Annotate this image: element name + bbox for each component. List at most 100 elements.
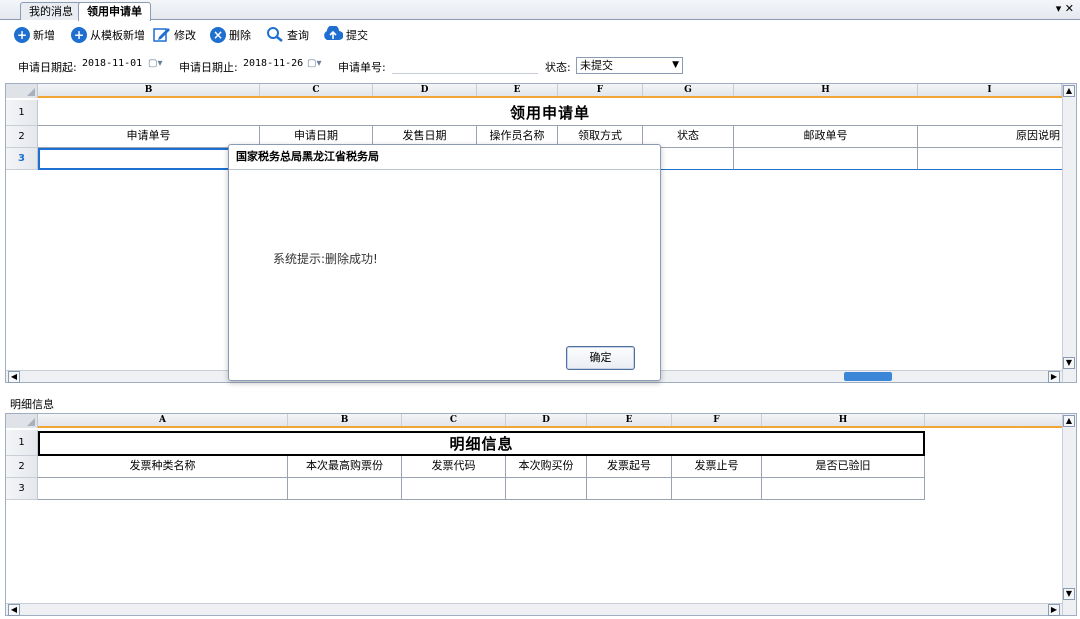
col-header[interactable]: E — [477, 84, 558, 96]
grid-cell[interactable] — [288, 478, 402, 500]
row-header[interactable]: 3 — [6, 148, 38, 170]
toolbar: + 新增 + 从模板新增 修改 × 删除 查询 提交 — [0, 22, 1080, 48]
ok-button[interactable]: 确定 — [566, 346, 635, 370]
col-header[interactable]: F — [672, 414, 762, 426]
pencil-icon — [153, 26, 171, 45]
col-header[interactable]: F — [558, 84, 643, 96]
detail-grid: A B C D E F H 1 2 3 明细信息 发票种类名称 本次最高购票份 … — [5, 413, 1077, 616]
column-label: 发票代码 — [402, 456, 506, 478]
column-header-row: B C D E F G H I — [6, 84, 1062, 98]
col-header[interactable]: D — [373, 84, 477, 96]
calendar-dropdown-icon[interactable]: ▢▾ — [307, 58, 321, 69]
upload-icon — [323, 24, 344, 45]
detail-section-label: 明细信息 — [10, 398, 54, 411]
column-label: 发票止号 — [672, 456, 762, 478]
search-icon — [266, 26, 284, 45]
grid-cell[interactable] — [762, 478, 925, 500]
col-header[interactable]: I — [918, 84, 1062, 96]
edit-button[interactable]: 修改 — [153, 25, 196, 45]
filter-bar: 申请日期起: 2018-11-01 ▢▾ 申请日期止: 2018-11-26 ▢… — [0, 54, 1080, 76]
dialog-message: 系统提示:删除成功! — [273, 252, 378, 266]
grid-cell[interactable] — [587, 478, 672, 500]
chevron-down-icon: ▼ — [672, 60, 679, 70]
new-button[interactable]: + 新增 — [14, 25, 55, 45]
column-label: 本次购买份 — [506, 456, 587, 478]
status-label: 状态: — [545, 61, 571, 74]
column-label: 原因说明 — [918, 126, 1062, 148]
x-circle-icon: × — [210, 27, 226, 43]
edit-button-label: 修改 — [174, 29, 196, 42]
row-header[interactable]: 1 — [6, 100, 38, 126]
grid-cell[interactable] — [506, 478, 587, 500]
scroll-left-icon[interactable]: ◀ — [8, 604, 20, 616]
date-from-label: 申请日期起: — [18, 61, 77, 74]
scroll-down-icon[interactable]: ▼ — [1063, 357, 1075, 369]
dialog-title: 国家税务总局黑龙江省税务局 — [229, 145, 660, 170]
col-header[interactable]: B — [288, 414, 402, 426]
plus-icon: + — [14, 27, 30, 43]
date-from-field[interactable]: 2018-11-01 — [82, 58, 142, 69]
scroll-thumb[interactable] — [844, 372, 892, 381]
col-header[interactable]: E — [587, 414, 672, 426]
scroll-up-icon[interactable]: ▲ — [1063, 85, 1075, 97]
application-no-label: 申请单号: — [338, 61, 386, 74]
plus-icon: + — [71, 27, 87, 43]
calendar-dropdown-icon[interactable]: ▢▾ — [148, 58, 162, 69]
row-header[interactable]: 3 — [6, 478, 38, 500]
application-no-input[interactable] — [392, 56, 538, 74]
new-from-template-label: 从模板新增 — [90, 29, 145, 42]
grid-cell[interactable] — [734, 148, 918, 170]
col-header[interactable]: G — [643, 84, 734, 96]
query-button-label: 查询 — [287, 29, 309, 42]
column-label: 发票起号 — [587, 456, 672, 478]
scroll-right-icon[interactable]: ▶ — [1048, 371, 1060, 383]
status-select[interactable]: 未提交 ▼ — [576, 57, 683, 74]
tab-label: 我的消息 — [29, 5, 73, 18]
horizontal-scrollbar[interactable]: ◀ ▶ — [6, 603, 1062, 616]
col-header[interactable]: H — [734, 84, 918, 96]
selected-cell[interactable] — [38, 148, 260, 170]
submit-button[interactable]: 提交 — [323, 24, 368, 45]
col-header[interactable]: C — [402, 414, 506, 426]
date-to-field[interactable]: 2018-11-26 — [243, 58, 303, 69]
submit-button-label: 提交 — [346, 29, 368, 42]
grid-title: 明细信息 — [38, 431, 925, 456]
select-all-corner[interactable] — [6, 414, 38, 428]
vertical-scrollbar[interactable]: ▲ ▼ — [1062, 414, 1076, 615]
new-button-label: 新增 — [33, 29, 55, 42]
tab-requisition-form[interactable]: 领用申请单 — [78, 2, 151, 21]
row-header[interactable]: 1 — [6, 430, 38, 456]
column-label: 邮政单号 — [734, 126, 918, 148]
col-header[interactable]: B — [38, 84, 260, 96]
vertical-scrollbar[interactable]: ▲ ▼ — [1062, 84, 1076, 382]
select-all-corner[interactable] — [6, 84, 38, 98]
tab-bar: 我的消息 领用申请单 ▾ ✕ — [0, 0, 1080, 21]
window-controls[interactable]: ▾ ✕ — [1056, 2, 1074, 15]
column-header-row: A B C D E F H — [6, 414, 1062, 428]
grid-cell[interactable] — [38, 478, 288, 500]
delete-button-label: 删除 — [229, 29, 251, 42]
row-header[interactable]: 2 — [6, 456, 38, 478]
scroll-right-icon[interactable]: ▶ — [1048, 604, 1060, 616]
grid-cell[interactable] — [672, 478, 762, 500]
column-label: 申请单号 — [38, 126, 260, 148]
grid-cell[interactable] — [402, 478, 506, 500]
scroll-up-icon[interactable]: ▲ — [1063, 415, 1075, 427]
col-header[interactable]: D — [506, 414, 587, 426]
col-header[interactable]: H — [762, 414, 925, 426]
scroll-down-icon[interactable]: ▼ — [1063, 588, 1075, 600]
tab-my-messages[interactable]: 我的消息 — [20, 2, 82, 20]
scroll-left-icon[interactable]: ◀ — [8, 371, 20, 383]
col-header[interactable]: C — [260, 84, 373, 96]
new-from-template-button[interactable]: + 从模板新增 — [71, 25, 145, 45]
tab-label: 领用申请单 — [87, 5, 142, 18]
grid-title: 领用申请单 — [38, 100, 1062, 126]
message-dialog: 国家税务总局黑龙江省税务局 系统提示:删除成功! 确定 — [228, 144, 661, 381]
query-button[interactable]: 查询 — [266, 25, 309, 45]
grid-cell[interactable] — [918, 148, 1062, 170]
status-select-value: 未提交 — [580, 59, 613, 72]
row-header[interactable]: 2 — [6, 126, 38, 148]
column-label: 本次最高购票份 — [288, 456, 402, 478]
delete-button[interactable]: × 删除 — [210, 25, 251, 45]
col-header[interactable]: A — [38, 414, 288, 426]
